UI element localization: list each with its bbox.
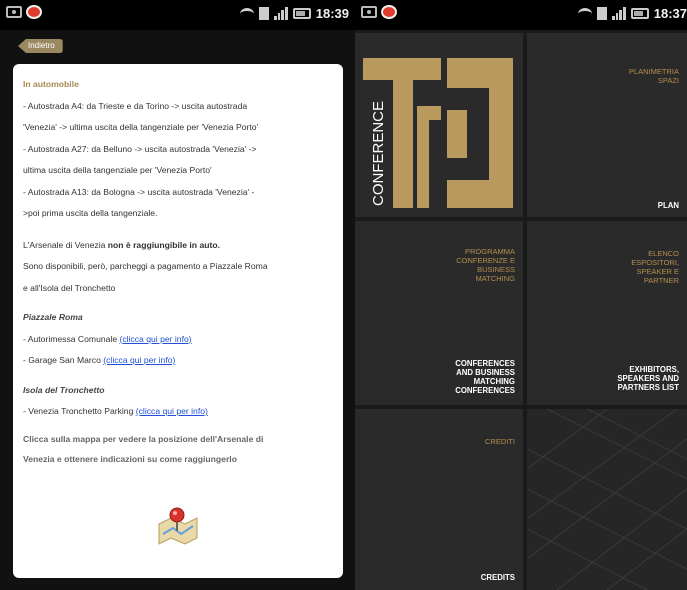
directions-screen: Indietro In automobile - Autostrada A4: … — [0, 30, 355, 590]
directions-panel: In automobile - Autostrada A4: da Triest… — [13, 64, 343, 578]
conferences-subtitle: PROGRAMMA CONFERENZE E BUSINESS MATCHING — [456, 247, 515, 283]
plan-title: PLAN — [657, 201, 679, 210]
map-pin-icon[interactable] — [155, 504, 201, 546]
usb-icon — [361, 6, 377, 18]
battery-icon — [292, 8, 311, 19]
parking-note: e all'Isola del Tronchetto — [23, 282, 116, 293]
conference-logo: CONFERENCE — [363, 58, 513, 208]
clock: 18:37 — [653, 6, 687, 21]
section-title-tronchetto: Isola del Tronchetto — [23, 384, 105, 395]
map-instructions: Clicca sulla mappa per vedere la posizio… — [23, 433, 264, 464]
sdcard-icon — [596, 7, 607, 20]
direction-line: 'Venezia' -> ultima uscita della tangenz… — [23, 122, 259, 132]
plan-subtitle: PLANIMETRIA SPAZI — [628, 67, 679, 85]
credits-title: CREDITS — [480, 573, 515, 582]
notification-icon — [26, 5, 42, 19]
status-bar-left: 18:39 — [0, 0, 355, 30]
exhibitors-title: EXHIBITORS, SPEAKERS AND PARTNERS LIST — [617, 365, 679, 392]
exhibitors-subtitle: ELENCO ESPOSITORI, SPEAKER E PARTNER — [631, 249, 679, 285]
arsenale-note: L'Arsenale di Venezia non è raggiungibil… — [23, 239, 220, 250]
notification-icon — [381, 5, 397, 19]
list-item: - Venezia Tronchetto Parking (clicca qui… — [23, 406, 208, 416]
section-title-piazzale-roma: Piazzale Roma — [23, 312, 83, 322]
home-screen: CONFERENCE PLANIMETRIA SPAZI PLAN PROGRA… — [355, 30, 687, 590]
wifi-icon — [577, 7, 592, 20]
section-heading: In automobile — [23, 79, 79, 89]
wifi-icon — [239, 7, 254, 20]
list-item: - Garage San Marco (clicca qui per info) — [23, 355, 176, 365]
info-link[interactable]: (clicca qui per info) — [136, 406, 208, 416]
credits-tile[interactable]: CREDITI CREDITS — [355, 409, 523, 590]
direction-line: ultima uscita della tangenziale per 'Ven… — [23, 165, 212, 175]
battery-icon — [630, 8, 649, 19]
conferences-title: CONFERENCES AND BUSINESS MATCHING CONFER… — [455, 359, 515, 395]
signal-icon — [273, 7, 288, 20]
logo-tile: CONFERENCE — [355, 33, 523, 217]
parking-note: Sono disponibili, però, parcheggi a paga… — [23, 261, 268, 271]
direction-line: >poi prima uscita della tangenziale. — [23, 208, 158, 218]
signal-icon — [611, 7, 626, 20]
direction-line: - Autostrada A27: da Belluno -> uscita a… — [23, 143, 257, 154]
list-item: - Autorimessa Comunale (clicca qui per i… — [23, 333, 192, 344]
pattern-graphic — [527, 409, 687, 590]
back-button[interactable]: Indietro — [18, 39, 63, 53]
status-bar-right: 18:37 — [355, 0, 687, 30]
direction-line: - Autostrada A13: da Bologna -> uscita a… — [23, 186, 255, 197]
direction-line: - Autostrada A4: da Trieste e da Torino … — [23, 100, 248, 111]
usb-icon — [6, 6, 22, 18]
clock: 18:39 — [315, 6, 349, 21]
svg-text:CONFERENCE: CONFERENCE — [370, 101, 387, 206]
sdcard-icon — [258, 7, 269, 20]
conferences-tile[interactable]: PROGRAMMA CONFERENZE E BUSINESS MATCHING… — [355, 221, 523, 405]
exhibitors-tile[interactable]: ELENCO ESPOSITORI, SPEAKER E PARTNER EXH… — [527, 221, 687, 405]
info-link[interactable]: (clicca qui per info) — [119, 334, 191, 344]
decorative-tile — [527, 409, 687, 590]
plan-tile[interactable]: PLANIMETRIA SPAZI PLAN — [527, 33, 687, 217]
credits-subtitle: CREDITI — [485, 437, 515, 446]
info-link[interactable]: (clicca qui per info) — [103, 355, 175, 365]
